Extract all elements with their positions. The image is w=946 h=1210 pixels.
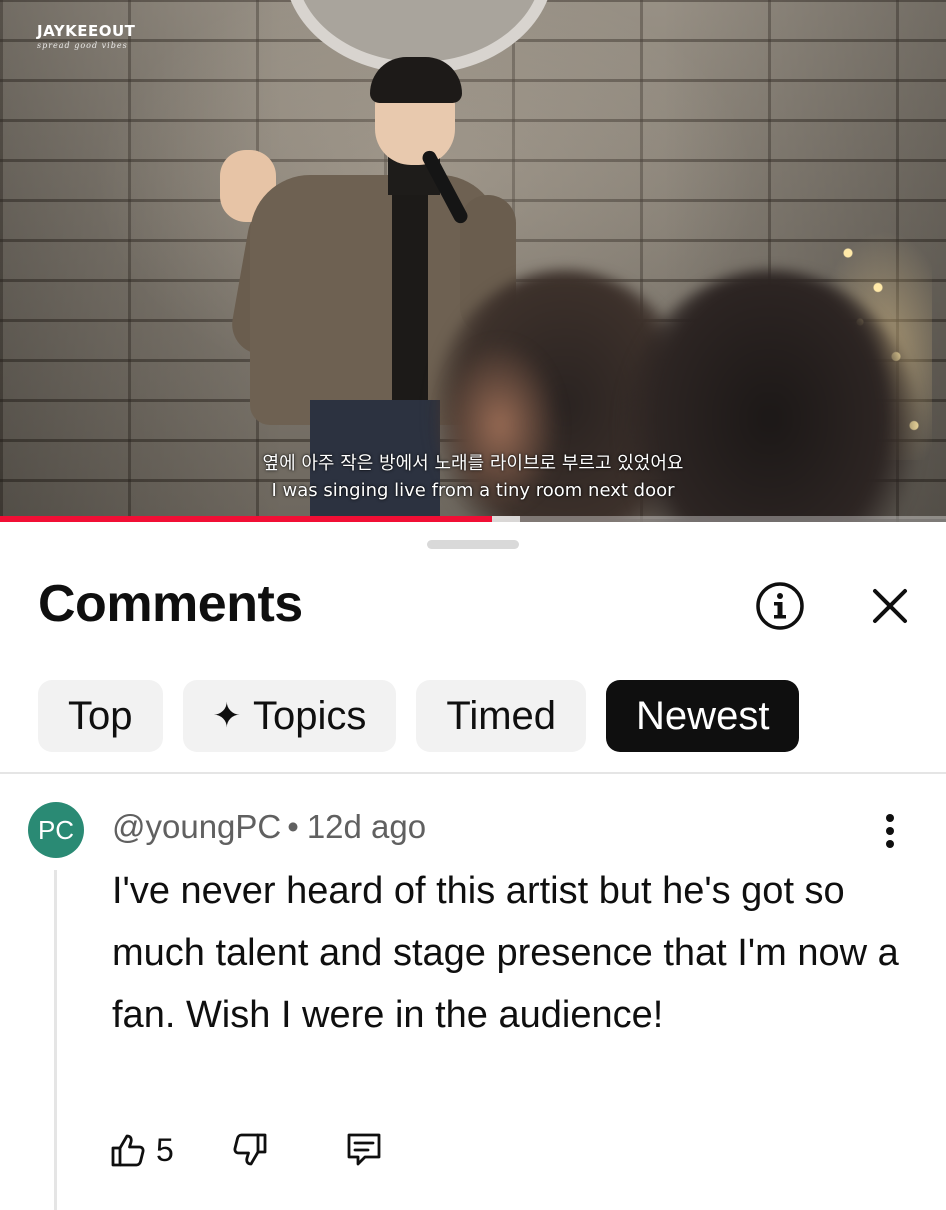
dislike-button[interactable] (230, 1128, 270, 1172)
comment-filter-chips: Top ✦ Topics Timed Newest (38, 680, 800, 752)
chip-label: Newest (636, 693, 770, 738)
filter-chip-top[interactable]: Top (38, 680, 163, 752)
more-vertical-icon (886, 814, 894, 848)
close-button[interactable] (866, 582, 914, 630)
reply-button[interactable] (344, 1128, 384, 1172)
thumbs-down-icon (233, 1133, 267, 1166)
filter-chip-newest[interactable]: Newest (606, 680, 800, 752)
comment-actions: 5 (108, 1128, 384, 1172)
like-button[interactable]: 5 (108, 1128, 174, 1172)
avatar-initials: PC (37, 814, 75, 845)
video-player[interactable]: JAYKEEOUT spread good vibes 옆에 아주 작은 방에서… (0, 0, 946, 522)
close-x-icon (873, 589, 907, 623)
divider (0, 772, 946, 774)
info-circle-icon (756, 582, 804, 630)
subtitles: 옆에 아주 작은 방에서 노래를 라이브로 부르고 있었어요 I was sin… (0, 450, 946, 504)
meta-separator: • (287, 808, 299, 845)
channel-watermark-name: JAYKEEOUT (37, 22, 136, 40)
chip-label: Top (68, 693, 133, 738)
comment-text: I've never heard of this artist but he's… (112, 870, 899, 1036)
info-button[interactable] (754, 580, 806, 632)
comment-age: 12d ago (306, 808, 427, 845)
like-count: 5 (156, 1131, 174, 1168)
channel-watermark-tagline: spread good vibes (37, 41, 128, 50)
filter-chip-topics[interactable]: ✦ Topics (182, 680, 397, 752)
comment-author[interactable]: @youngPC (112, 808, 281, 845)
avatar[interactable]: PC (28, 802, 84, 858)
reply-thread-line (54, 870, 57, 1210)
reply-comment-icon (347, 1133, 381, 1166)
subtitle-korean: 옆에 아주 작은 방에서 노래를 라이브로 부르고 있었어요 (262, 453, 684, 474)
comments-sheet: Comments Top ✦ Topics Timed Newest PC @y… (0, 522, 946, 1210)
comment-meta: @youngPC • 12d ago (112, 808, 426, 846)
subtitle-english: I was singing live from a tiny room next… (271, 480, 675, 501)
chip-label: Topics (253, 693, 367, 738)
chip-label: Timed (446, 693, 557, 738)
drag-handle[interactable] (427, 540, 519, 549)
filter-chip-timed[interactable]: Timed (416, 680, 587, 752)
sparkle-icon: ✦ (212, 697, 242, 735)
comment-more-button[interactable] (872, 810, 908, 852)
channel-watermark: JAYKEEOUT spread good vibes (37, 22, 135, 50)
thumbs-up-icon (111, 1134, 145, 1167)
comments-title: Comments (38, 575, 303, 633)
